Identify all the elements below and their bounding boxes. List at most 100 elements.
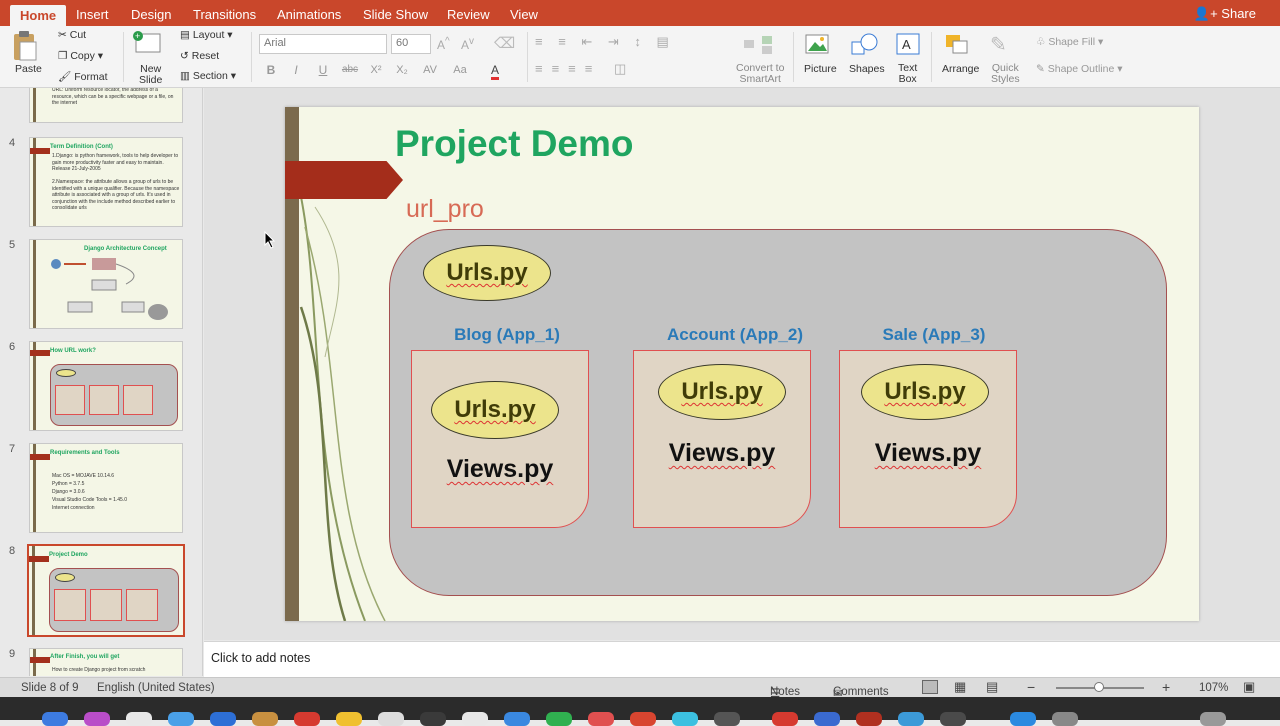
list-icons[interactable]: ≡ ≡ ⇤ ⇥ ↕ ▤ [535,34,675,50]
slide-thumbnail-pane[interactable]: URL: Uniform resource locator, the addre… [0,88,203,676]
tab-review[interactable]: Review [437,4,500,26]
text-box-button[interactable]: Text Box [898,63,917,85]
font-name-select[interactable]: Arial [259,34,387,54]
tab-home[interactable]: Home [10,5,67,26]
bold-icon[interactable]: B [261,61,281,79]
picture-button[interactable]: Picture [804,63,837,75]
app-icon[interactable] [210,712,236,726]
app-icon[interactable] [1010,712,1036,726]
app-icon[interactable] [294,712,320,726]
slide-thumbnail-3[interactable]: URL: Uniform resource locator, the addre… [29,88,183,123]
app-icon[interactable] [714,712,740,726]
align-icons[interactable]: ≡≡≡≡ ◫ [535,61,635,77]
zoom-out-icon[interactable]: − [1027,679,1035,695]
app-box-blog[interactable]: Urls.py Views.py [411,350,589,528]
superscript-icon[interactable]: X² [366,61,386,79]
fit-window-icon[interactable]: ▣ [1243,679,1255,695]
app-label-sale[interactable]: Sale (App_3) [843,325,1025,345]
slide-thumbnail-6[interactable]: How URL work? [29,341,183,431]
app-icon[interactable] [420,712,446,726]
app-icon[interactable] [940,712,966,726]
copy-button[interactable]: ❐ Copy ▾ [58,50,103,62]
shape-fill-button[interactable]: ♧ Shape Fill ▾ [1036,36,1103,48]
blog-urls-ellipse[interactable]: Urls.py [431,381,559,439]
app-label-account[interactable]: Account (App_2) [633,325,837,345]
tab-animations[interactable]: Animations [267,4,351,26]
account-urls-ellipse[interactable]: Urls.py [658,364,786,420]
app-icon[interactable] [126,712,152,726]
slide-thumbnail-9[interactable]: After Finish, you will get How to create… [29,648,183,676]
font-color-icon[interactable]: A [485,61,505,80]
shape-outline-button[interactable]: ✎ Shape Outline ▾ [1036,63,1123,75]
sale-views-text[interactable]: Views.py [840,439,1016,468]
app-icon[interactable] [772,712,798,726]
app-icon[interactable] [588,712,614,726]
slide-title[interactable]: Project Demo [395,123,634,165]
tab-transitions[interactable]: Transitions [183,4,266,26]
clear-format-icon[interactable]: ⌫ [494,34,515,52]
underline-icon[interactable]: U [313,61,333,79]
paste-label[interactable]: Paste [15,63,42,75]
app-label-blog[interactable]: Blog (App_1) [415,325,599,345]
app-icon[interactable] [856,712,882,726]
app-icon[interactable] [1052,712,1078,726]
shapes-icon[interactable] [849,32,881,59]
language-indicator[interactable]: English (United States) [97,682,215,694]
app-box-sale[interactable]: Urls.py Views.py [839,350,1017,528]
app-icon[interactable] [252,712,278,726]
app-box-account[interactable]: Urls.py Views.py [633,350,811,528]
notes-app-icon[interactable] [336,712,362,726]
strikethrough-icon[interactable]: abc [340,61,360,79]
slide-thumbnail-4[interactable]: Term Definition (Cont) 1.Django: is pyth… [29,137,183,227]
paste-icon[interactable] [10,30,46,62]
safari-icon[interactable] [168,712,194,726]
char-spacing-icon[interactable]: AV [420,61,440,79]
zoom-level[interactable]: 107% [1199,682,1228,694]
font-size-select[interactable]: 60 [391,34,431,54]
app-icon[interactable] [462,712,488,726]
picture-icon[interactable] [804,32,832,59]
slide-thumbnail-5[interactable]: Django Architecture Concept [29,239,183,329]
arrange-button[interactable]: Arrange [942,63,979,75]
slide-subtitle[interactable]: url_pro [406,195,484,224]
tab-design[interactable]: Design [121,4,181,26]
sale-urls-ellipse[interactable]: Urls.py [861,364,989,420]
trash-icon[interactable] [1200,712,1226,726]
app-icon[interactable] [630,712,656,726]
quick-styles-icon[interactable]: ✎ [990,32,1007,57]
increase-font-icon[interactable]: A^ [437,36,450,52]
decrease-font-icon[interactable]: Av [461,36,474,52]
app-icon[interactable] [672,712,698,726]
shapes-button[interactable]: Shapes [849,63,885,75]
root-urls-ellipse[interactable]: Urls.py [423,245,551,301]
notes-pane[interactable]: Click to add notes [204,641,1280,677]
tab-view[interactable]: View [500,4,548,26]
smartart-icon[interactable] [742,34,776,59]
tab-insert[interactable]: Insert [66,4,119,26]
slide-thumbnail-8[interactable]: Project Demo [27,544,185,637]
new-slide-icon[interactable]: + [132,30,162,59]
format-painter-button[interactable]: 🖌 Format [58,70,108,83]
zoom-slider-thumb[interactable] [1094,682,1104,692]
section-button[interactable]: ▥ Section ▾ [180,70,236,82]
slide-sorter-icon[interactable]: ▦ [954,679,966,695]
cut-button[interactable]: ✂ Cut [58,29,86,41]
share-button[interactable]: 👤+ Share [1194,4,1256,24]
convert-smartart-button[interactable]: Convert to SmartArt [736,63,784,85]
tab-slide-show[interactable]: Slide Show [353,4,438,26]
reading-view-icon[interactable]: ▤ [986,679,998,695]
change-case-icon[interactable]: Aa [450,61,470,79]
finder-icon[interactable] [42,712,68,726]
app-icon[interactable] [546,712,572,726]
app-icon[interactable] [378,712,404,726]
blog-views-text[interactable]: Views.py [412,455,588,484]
current-slide[interactable]: Project Demo url_pro Urls.py Blog (App_1… [285,107,1199,621]
zoom-in-icon[interactable]: + [1162,679,1170,695]
app-icon[interactable] [898,712,924,726]
italic-icon[interactable]: I [286,61,306,79]
arrange-icon[interactable] [943,32,973,59]
subscript-icon[interactable]: X₂ [392,61,412,79]
text-box-icon[interactable]: A [895,32,921,59]
quick-styles-button[interactable]: Quick Styles [991,63,1020,85]
app-icon[interactable] [814,712,840,726]
